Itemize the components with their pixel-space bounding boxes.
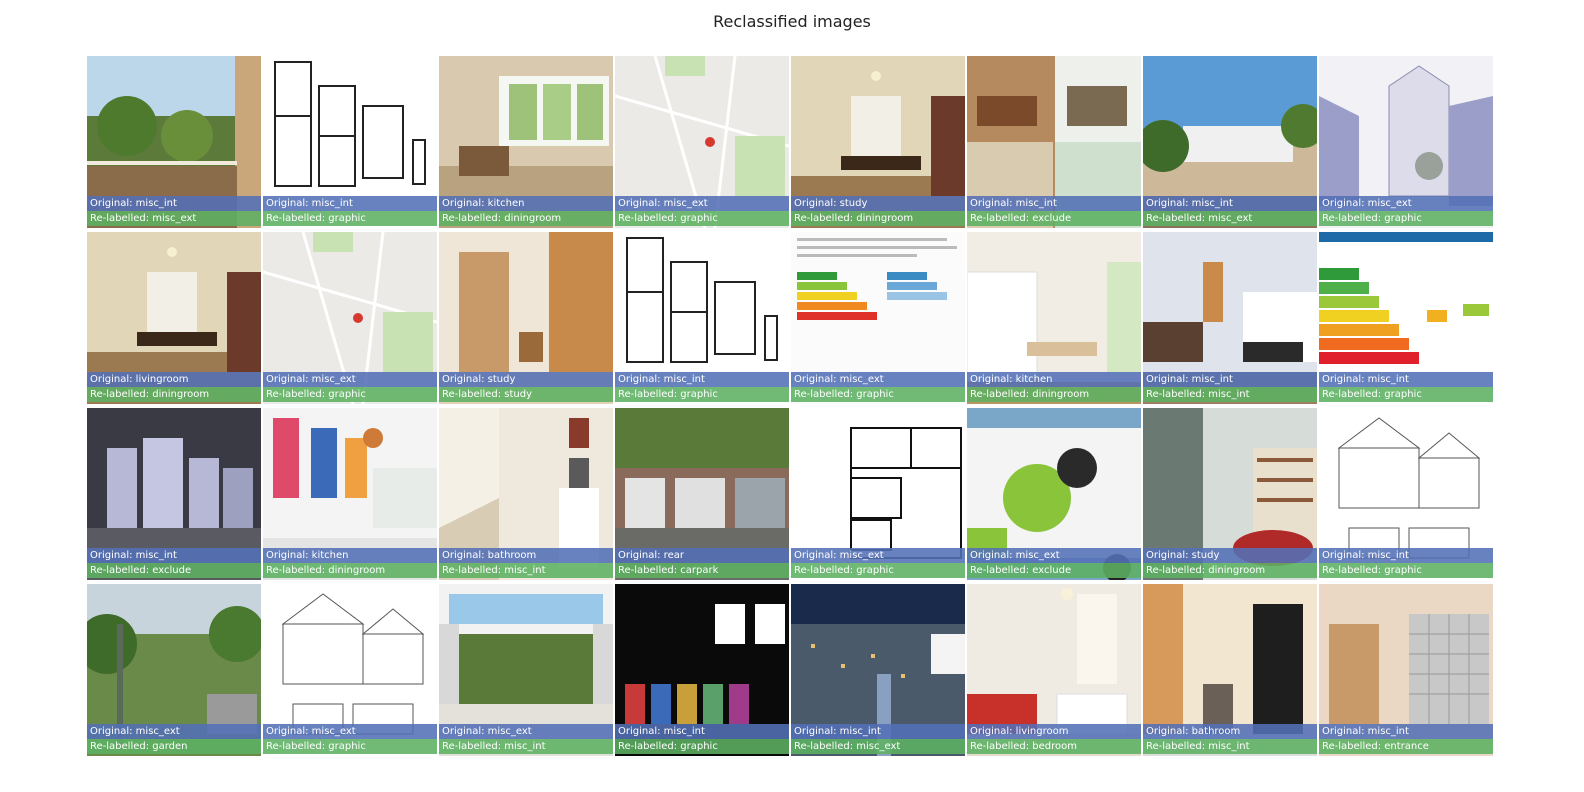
original-label: Original: study: [1143, 548, 1317, 563]
relabelled-label: Re-labelled: misc_ext: [1143, 211, 1317, 226]
image-tile: Original: misc_int Re-labelled: misc_int: [1143, 232, 1317, 404]
image-tile: Original: misc_int Re-labelled: graphic: [615, 232, 789, 404]
image-tile: Original: study Re-labelled: diningroom: [1143, 408, 1317, 580]
image-tile: Original: misc_int Re-labelled: exclude: [87, 408, 261, 580]
relabelled-label: Re-labelled: graphic: [1319, 211, 1493, 226]
image-tile: Original: misc_ext Re-labelled: misc_int: [439, 584, 613, 756]
original-label: Original: misc_int: [967, 196, 1141, 211]
original-label: Original: misc_int: [615, 724, 789, 739]
image-tile: Original: kitchen Re-labelled: diningroom: [263, 408, 437, 580]
relabelled-label: Re-labelled: misc_ext: [791, 739, 965, 754]
relabelled-label: Re-labelled: diningroom: [263, 563, 437, 578]
original-label: Original: kitchen: [263, 548, 437, 563]
relabelled-label: Re-labelled: graphic: [263, 387, 437, 402]
original-label: Original: misc_int: [1319, 724, 1493, 739]
original-label: Original: misc_ext: [791, 372, 965, 387]
page-title: Reclassified images: [713, 12, 871, 31]
original-label: Original: bathroom: [1143, 724, 1317, 739]
image-tile: Original: misc_int Re-labelled: graphic: [263, 56, 437, 228]
image-tile: Original: misc_ext Re-labelled: graphic: [263, 232, 437, 404]
original-label: Original: misc_int: [615, 372, 789, 387]
image-tile: Original: misc_int Re-labelled: misc_ext: [791, 584, 965, 756]
relabelled-label: Re-labelled: misc_ext: [87, 211, 261, 226]
relabelled-label: Re-labelled: graphic: [615, 387, 789, 402]
original-label: Original: kitchen: [967, 372, 1141, 387]
original-label: Original: misc_int: [791, 724, 965, 739]
relabelled-label: Re-labelled: misc_int: [1143, 739, 1317, 754]
relabelled-label: Re-labelled: diningroom: [439, 211, 613, 226]
relabelled-label: Re-labelled: exclude: [87, 563, 261, 578]
original-label: Original: misc_ext: [263, 372, 437, 387]
relabelled-label: Re-labelled: diningroom: [87, 387, 261, 402]
relabelled-label: Re-labelled: diningroom: [967, 387, 1141, 402]
image-tile: Original: bathroom Re-labelled: misc_int: [439, 408, 613, 580]
relabelled-label: Re-labelled: exclude: [967, 211, 1141, 226]
image-tile: Original: kitchen Re-labelled: diningroom: [439, 56, 613, 228]
relabelled-label: Re-labelled: graphic: [615, 739, 789, 754]
relabelled-label: Re-labelled: diningroom: [791, 211, 965, 226]
original-label: Original: misc_int: [1319, 548, 1493, 563]
relabelled-label: Re-labelled: carpark: [615, 563, 789, 578]
relabelled-label: Re-labelled: study: [439, 387, 613, 402]
relabelled-label: Re-labelled: misc_int: [439, 563, 613, 578]
image-tile: Original: livingroom Re-labelled: bedroom: [967, 584, 1141, 756]
image-tile: Original: misc_ext Re-labelled: graphic: [615, 56, 789, 228]
original-label: Original: misc_ext: [791, 548, 965, 563]
relabelled-label: Re-labelled: graphic: [791, 563, 965, 578]
image-grid: Original: misc_int Re-labelled: misc_ext O…: [87, 56, 1493, 756]
relabelled-label: Re-labelled: graphic: [263, 211, 437, 226]
relabelled-label: Re-labelled: bedroom: [967, 739, 1141, 754]
image-tile: Original: livingroom Re-labelled: diningr…: [87, 232, 261, 404]
image-tile: Original: study Re-labelled: study: [439, 232, 613, 404]
relabelled-label: Re-labelled: misc_int: [439, 739, 613, 754]
relabelled-label: Re-labelled: diningroom: [1143, 563, 1317, 578]
relabelled-label: Re-labelled: graphic: [263, 739, 437, 754]
original-label: Original: livingroom: [967, 724, 1141, 739]
original-label: Original: misc_ext: [615, 196, 789, 211]
image-tile: Original: misc_int Re-labelled: exclude: [967, 56, 1141, 228]
original-label: Original: misc_int: [1143, 196, 1317, 211]
image-tile: Original: bathroom Re-labelled: misc_int: [1143, 584, 1317, 756]
original-label: Original: misc_ext: [1319, 196, 1493, 211]
image-tile: Original: misc_int Re-labelled: graphic: [1319, 232, 1493, 404]
original-label: Original: misc_int: [87, 196, 261, 211]
image-tile: Original: misc_ext Re-labelled: garden: [87, 584, 261, 756]
image-tile: Original: misc_ext Re-labelled: exclude: [967, 408, 1141, 580]
original-label: Original: bathroom: [439, 548, 613, 563]
original-label: Original: kitchen: [439, 196, 613, 211]
relabelled-label: Re-labelled: graphic: [1319, 387, 1493, 402]
relabelled-label: Re-labelled: graphic: [615, 211, 789, 226]
image-tile: Original: misc_ext Re-labelled: graphic: [263, 584, 437, 756]
image-tile: Original: misc_int Re-labelled: entrance: [1319, 584, 1493, 756]
original-label: Original: misc_int: [263, 196, 437, 211]
original-label: Original: misc_ext: [967, 548, 1141, 563]
original-label: Original: rear: [615, 548, 789, 563]
image-tile: Original: misc_int Re-labelled: graphic: [615, 584, 789, 756]
original-label: Original: livingroom: [87, 372, 261, 387]
original-label: Original: misc_int: [1319, 372, 1493, 387]
original-label: Original: study: [439, 372, 613, 387]
image-tile: Original: study Re-labelled: diningroom: [791, 56, 965, 228]
relabelled-label: Re-labelled: exclude: [967, 563, 1141, 578]
relabelled-label: Re-labelled: graphic: [791, 387, 965, 402]
image-tile: Original: misc_int Re-labelled: misc_ext: [87, 56, 261, 228]
relabelled-label: Re-labelled: graphic: [1319, 563, 1493, 578]
relabelled-label: Re-labelled: misc_int: [1143, 387, 1317, 402]
image-tile: Original: misc_ext Re-labelled: graphic: [1319, 56, 1493, 228]
image-tile: Original: misc_int Re-labelled: graphic: [1319, 408, 1493, 580]
original-label: Original: misc_int: [87, 548, 261, 563]
original-label: Original: misc_ext: [439, 724, 613, 739]
original-label: Original: misc_int: [1143, 372, 1317, 387]
relabelled-label: Re-labelled: garden: [87, 739, 261, 754]
original-label: Original: misc_ext: [87, 724, 261, 739]
original-label: Original: study: [791, 196, 965, 211]
image-tile: Original: misc_int Re-labelled: misc_ext: [1143, 56, 1317, 228]
image-tile: Original: rear Re-labelled: carpark: [615, 408, 789, 580]
image-tile: Original: kitchen Re-labelled: diningroom: [967, 232, 1141, 404]
relabelled-label: Re-labelled: entrance: [1319, 739, 1493, 754]
image-tile: Original: misc_ext Re-labelled: graphic: [791, 232, 965, 404]
image-tile: Original: misc_ext Re-labelled: graphic: [791, 408, 965, 580]
original-label: Original: misc_ext: [263, 724, 437, 739]
